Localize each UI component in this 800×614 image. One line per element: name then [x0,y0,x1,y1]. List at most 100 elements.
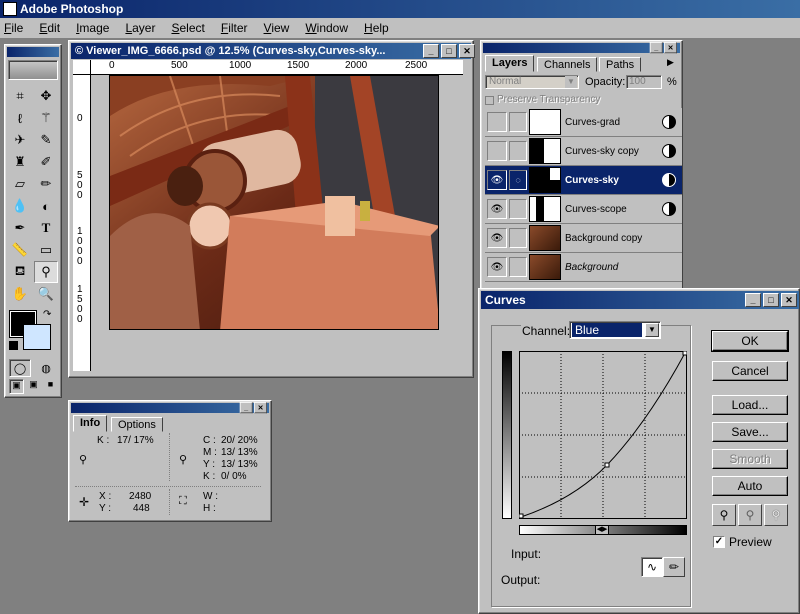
quick-mask-mode-icon[interactable]: ◍ [35,359,57,377]
menu-layer[interactable]: Layer [125,21,155,35]
minimize-icon[interactable]: _ [239,402,253,414]
opacity-input[interactable]: 100 [626,75,662,89]
curve-tool-button[interactable]: ∿ [641,557,663,577]
measure-tool-icon[interactable]: 📏 [8,239,32,261]
menu-window[interactable]: Window [305,21,348,35]
tab-layers[interactable]: Layers [485,55,535,72]
layer-row[interactable]: Curves-sky copy [485,137,682,166]
save-button[interactable]: Save... [712,422,788,442]
magic-wand-tool-icon[interactable]: ⚚ [34,107,58,129]
paint-bucket-tool-icon[interactable]: ⛾ [8,261,32,283]
lasso-tool-icon[interactable]: ℓ [8,107,32,129]
pen-tool-icon[interactable]: ✒ [8,217,32,239]
eye-icon[interactable]: 👁 [487,170,507,190]
default-colors-icon[interactable] [9,341,18,350]
gradient-toggle-icon[interactable]: ◀▶ [595,525,609,535]
pencil-tool-button[interactable]: ✏ [663,557,685,577]
auto-button[interactable]: Auto [712,476,788,496]
close-icon[interactable]: ✕ [459,44,475,58]
document-image[interactable] [109,75,439,330]
menu-help[interactable]: Help [364,21,389,35]
maximize-icon[interactable]: □ [763,293,779,307]
adjustment-layer-icon [662,202,676,216]
menu-image[interactable]: Image [76,21,109,35]
standard-mode-icon[interactable]: ◯ [9,359,31,377]
gray-point-eyedropper-icon[interactable]: ⚲ [738,504,762,526]
panel-menu-arrow-icon[interactable]: ▶ [667,57,674,68]
brush-mask-icon[interactable]: ◌ [509,170,527,190]
menu-edit[interactable]: Edit [39,21,60,35]
minimize-icon[interactable]: _ [423,44,439,58]
blur-tool-icon[interactable]: 💧 [8,195,32,217]
horizontal-ruler: 0 500 1000 1500 2000 2500 [91,60,463,75]
link-toggle[interactable] [509,257,527,277]
crosshair-icon: ✛ [79,495,90,509]
curve-point[interactable] [518,513,524,519]
history-brush-tool-icon[interactable]: ✐ [34,151,58,173]
dodge-tool-icon[interactable]: ◐ [34,195,58,217]
curve-point[interactable] [682,350,688,356]
visibility-toggle[interactable] [487,141,507,161]
white-point-eyedropper-icon[interactable]: ⚲ [764,504,788,526]
load-button[interactable]: Load... [712,395,788,415]
chevron-down-icon[interactable]: ▼ [645,323,659,337]
tab-info[interactable]: Info [73,415,108,432]
blend-mode-select[interactable]: Normal ▼ [485,75,579,89]
layer-row[interactable]: 👁 Background [485,253,682,282]
app-icon [3,2,17,16]
curve-point[interactable] [604,462,610,468]
ok-button[interactable]: OK [711,330,789,352]
close-icon[interactable]: ✕ [254,402,267,414]
maximize-icon[interactable]: □ [441,44,457,58]
preserve-transparency-checkbox[interactable] [485,96,494,105]
pencil-tool-icon[interactable]: ✏ [34,173,58,195]
visibility-toggle[interactable] [487,112,507,132]
close-icon[interactable]: ✕ [664,42,677,54]
document-title-bar[interactable]: © Viewer_IMG_6666.psd @ 12.5% (Curves-sk… [71,43,471,59]
gradient-tool-icon[interactable]: ▭ [34,239,58,261]
channel-select[interactable]: Blue ▼ [569,321,661,339]
menu-file[interactable]: File [4,21,23,35]
eraser-tool-icon[interactable]: ▱ [8,173,32,195]
cancel-button[interactable]: Cancel [712,361,788,381]
eyedropper-tool-icon[interactable]: ⚲ [34,261,58,283]
screen-mode-full-menu-icon[interactable]: ▣ [26,379,41,394]
layer-row[interactable]: 👁 Curves-scope [485,195,682,224]
opacity-label: Opacity: [585,76,626,88]
layer-row-selected[interactable]: 👁 ◌ Curves-sky [485,166,682,195]
tab-channels[interactable]: Channels [537,57,598,72]
swap-colors-icon[interactable]: ↷ [43,309,51,320]
type-tool-icon[interactable]: T [34,217,58,239]
link-toggle[interactable] [509,228,527,248]
link-toggle[interactable] [509,199,527,219]
minimize-icon[interactable]: _ [745,293,761,307]
close-icon[interactable]: ✕ [781,293,797,307]
hand-tool-icon[interactable]: ✋ [8,283,32,305]
paintbrush-tool-icon[interactable]: ✎ [34,129,58,151]
rubber-stamp-tool-icon[interactable]: ♜ [8,151,32,173]
preview-checkbox[interactable]: ✓ [713,536,725,548]
minimize-icon[interactable]: _ [649,42,663,54]
eye-icon[interactable]: 👁 [487,257,507,277]
tab-paths[interactable]: Paths [599,57,642,72]
crop-tool-icon[interactable]: ⌗ [8,85,32,107]
black-point-eyedropper-icon[interactable]: ⚲ [712,504,736,526]
background-color-swatch[interactable] [23,324,51,350]
screen-mode-standard-icon[interactable]: ▣ [9,379,24,394]
menu-view[interactable]: View [264,21,290,35]
move-tool-icon[interactable]: ✥ [34,85,58,107]
layer-row[interactable]: Curves-grad [485,108,682,137]
smooth-button[interactable]: Smooth [712,449,788,469]
menu-filter[interactable]: Filter [221,21,248,35]
link-toggle[interactable] [509,141,527,161]
zoom-tool-icon[interactable]: 🔍 [34,283,58,305]
curve-graph[interactable] [518,350,688,519]
link-toggle[interactable] [509,112,527,132]
tab-options[interactable]: Options [111,417,163,432]
screen-mode-full-icon[interactable]: ■ [43,379,58,394]
airbrush-tool-icon[interactable]: ✈ [8,129,32,151]
layer-row[interactable]: 👁 Background copy [485,224,682,253]
eye-icon[interactable]: 👁 [487,199,507,219]
eye-icon[interactable]: 👁 [487,228,507,248]
menu-select[interactable]: Select [171,21,204,35]
